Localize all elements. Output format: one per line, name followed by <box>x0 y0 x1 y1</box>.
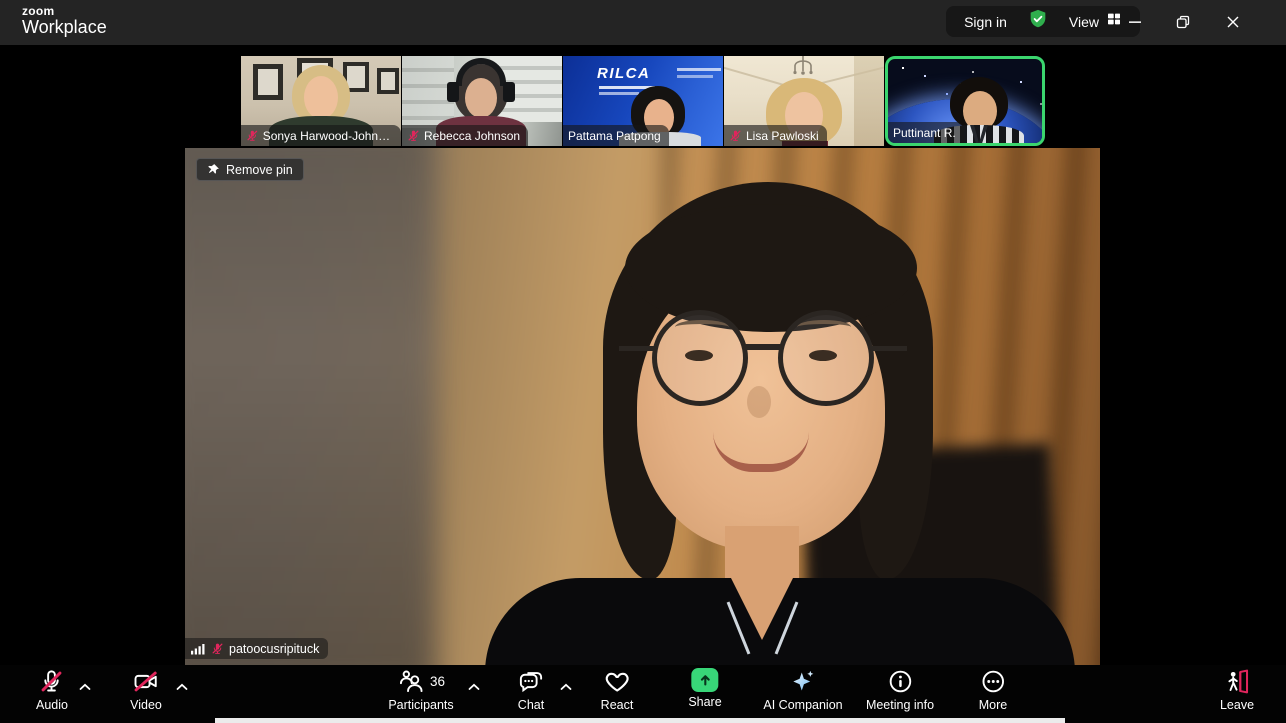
share-screen-icon <box>691 668 718 692</box>
meeting-info-label: Meeting info <box>866 698 934 712</box>
leave-door-icon <box>1224 668 1251 695</box>
speaker-name-chip: patoocusripituck <box>185 638 328 659</box>
chat-button[interactable]: Chat <box>518 668 545 712</box>
leave-label: Leave <box>1220 698 1254 712</box>
chat-label: Chat <box>518 698 544 712</box>
audio-options-chevron-up-icon[interactable] <box>79 678 91 696</box>
stars <box>902 67 904 69</box>
sign-in-button[interactable]: Sign in <box>964 14 1007 30</box>
mic-muted-icon <box>246 129 259 142</box>
ellipsis-icon <box>979 668 1006 695</box>
more-button[interactable]: More <box>979 668 1007 712</box>
video-label: Video <box>130 698 162 712</box>
glasses-temple <box>871 346 907 351</box>
taskbar-strip <box>215 718 1065 723</box>
participant-name-chip: Rebecca Johnson <box>402 125 528 146</box>
logo-subtext <box>677 75 713 78</box>
zoom-workplace-logo: zoom Workplace <box>22 5 107 36</box>
nose <box>747 386 771 418</box>
speaker-bangs <box>625 204 917 332</box>
glasses-bridge <box>743 344 783 350</box>
participant-tile-rebecca[interactable]: Rebecca Johnson <box>402 56 562 146</box>
leave-button[interactable]: Leave <box>1220 668 1254 712</box>
participant-tile-puttinant-active-speaker[interactable]: Puttinant R. <box>885 56 1045 146</box>
restore-button[interactable] <box>1166 8 1200 36</box>
headphones <box>447 82 459 102</box>
security-shield-icon[interactable] <box>1027 8 1049 35</box>
participant-tile-lisa[interactable]: Lisa Pawloski <box>724 56 884 146</box>
ai-companion-label: AI Companion <box>763 698 842 712</box>
logo-zoom: zoom <box>22 5 107 17</box>
participants-button[interactable]: 36 Participants <box>388 668 453 712</box>
chat-options-chevron-up-icon[interactable] <box>560 678 572 696</box>
mic-muted-icon <box>211 642 224 655</box>
view-button[interactable]: View <box>1069 11 1122 32</box>
camera-off-icon <box>133 668 160 695</box>
participant-name-chip: Puttinant R. <box>888 122 964 143</box>
minimize-button[interactable] <box>1118 8 1152 36</box>
share-label: Share <box>688 695 721 709</box>
participant-name: Puttinant R. <box>893 126 956 140</box>
pin-icon <box>207 163 220 176</box>
participant-filmstrip: Sonya Harwood-Johns… Rebecca Johnson RIL… <box>0 56 1286 146</box>
eye <box>809 350 837 361</box>
heart-icon <box>604 668 631 695</box>
headphones <box>503 82 515 102</box>
meeting-toolbar <box>0 665 1286 723</box>
meeting-info-button[interactable]: Meeting info <box>866 668 934 712</box>
participant-video <box>304 76 338 119</box>
chandelier <box>786 56 820 80</box>
participant-tile-pattama[interactable]: RILCA Pattama Patpong <box>563 56 723 146</box>
share-button[interactable]: Share <box>688 668 721 709</box>
close-button[interactable] <box>1216 8 1250 36</box>
participant-name-chip: Pattama Patpong <box>563 125 669 146</box>
glasses-temple <box>619 346 655 351</box>
participants-label: Participants <box>388 698 453 712</box>
zoom-meeting-window: zoom Workplace Sign in View <box>0 0 1286 723</box>
dark-left-blur <box>185 148 436 665</box>
participant-tile-sonya[interactable]: Sonya Harwood-Johns… <box>241 56 401 146</box>
view-label: View <box>1069 14 1099 30</box>
participant-name: Rebecca Johnson <box>424 129 520 143</box>
titlebar-pill: Sign in View <box>946 6 1140 37</box>
logo-workplace: Workplace <box>22 18 107 36</box>
chat-icon <box>518 668 545 695</box>
mic-muted-icon <box>407 129 420 142</box>
mic-muted-icon <box>38 668 65 695</box>
info-icon <box>886 668 913 695</box>
speaker-name: patoocusripituck <box>229 642 319 656</box>
ai-companion-button[interactable]: AI Companion <box>763 668 842 712</box>
react-button[interactable]: React <box>601 668 634 712</box>
participants-options-chevron-up-icon[interactable] <box>468 678 480 696</box>
more-label: More <box>979 698 1007 712</box>
mic-muted-icon <box>729 129 742 142</box>
pinned-speaker-video[interactable]: Remove pin patoocusripituck <box>185 148 1100 665</box>
picture-frame <box>377 68 399 94</box>
wall-shadow <box>854 56 884 146</box>
participant-name: Pattama Patpong <box>568 129 661 143</box>
video-button[interactable]: Video <box>130 668 162 712</box>
eye <box>685 350 713 361</box>
audio-button[interactable]: Audio <box>36 668 68 712</box>
video-options-chevron-up-icon[interactable] <box>176 678 188 696</box>
participant-name: Sonya Harwood-Johns… <box>263 129 393 143</box>
titlebar: zoom Workplace Sign in View <box>0 0 1286 45</box>
audio-label: Audio <box>36 698 68 712</box>
participant-name: Lisa Pawloski <box>746 129 819 143</box>
remove-pin-label: Remove pin <box>226 163 293 177</box>
picture-frame <box>253 64 283 100</box>
participants-icon <box>397 668 424 695</box>
participant-video <box>465 78 497 118</box>
logo-subtext <box>599 92 639 95</box>
participant-name-chip: Lisa Pawloski <box>724 125 827 146</box>
remove-pin-button[interactable]: Remove pin <box>196 158 304 181</box>
participant-name-chip: Sonya Harwood-Johns… <box>241 125 401 146</box>
rilca-logo: RILCA <box>597 65 650 82</box>
signal-strength-icon <box>191 642 206 655</box>
logo-subtext <box>677 68 721 71</box>
ai-sparkle-icon <box>790 668 817 695</box>
react-label: React <box>601 698 634 712</box>
participants-count: 36 <box>430 674 445 689</box>
